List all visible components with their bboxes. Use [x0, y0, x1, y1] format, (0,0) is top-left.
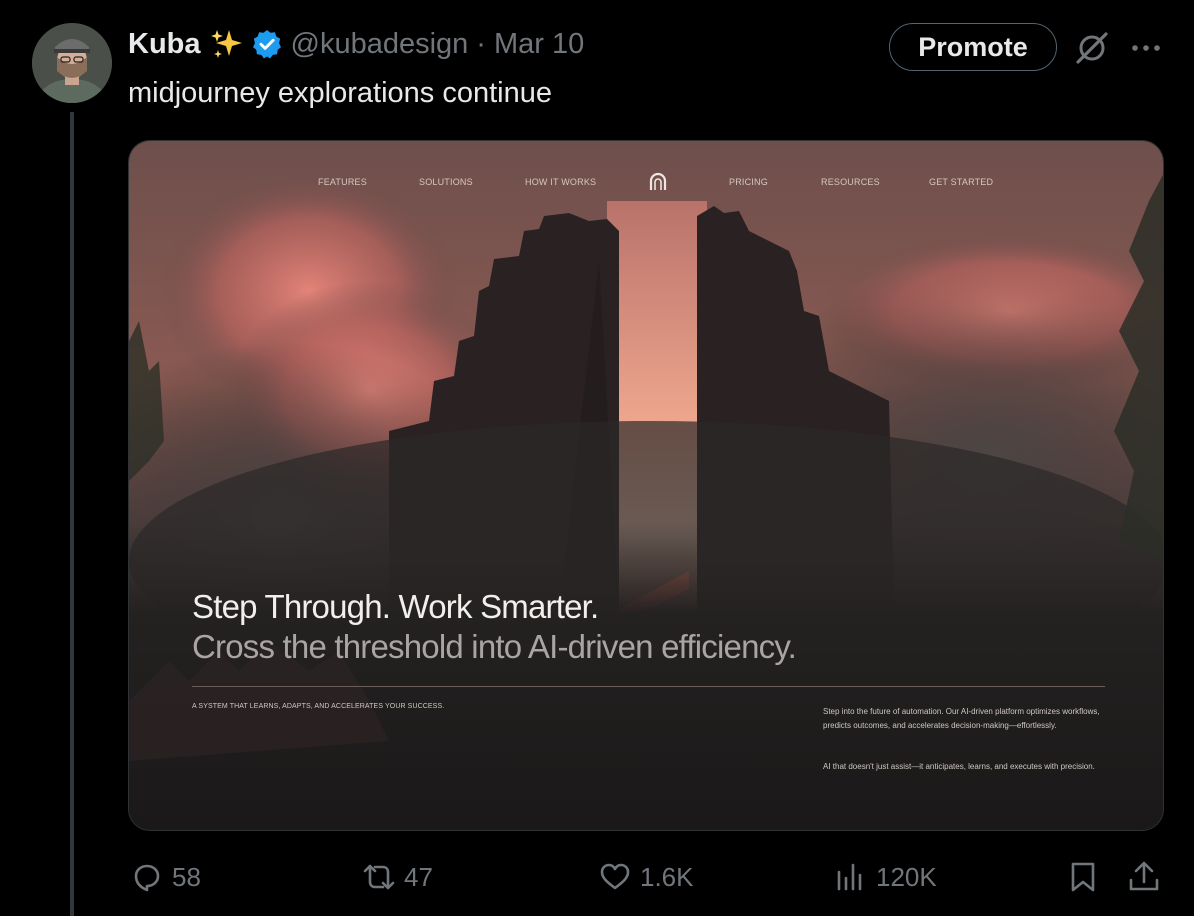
reply-icon [134, 864, 160, 892]
views-button[interactable]: 120K [834, 855, 937, 899]
nav-features[interactable]: FEATURES [318, 177, 367, 187]
heart-icon [600, 863, 630, 890]
views-chart-icon [837, 863, 862, 891]
share-icon [1129, 861, 1159, 891]
nav-pricing[interactable]: PRICING [729, 177, 768, 187]
like-count: 1.6K [640, 861, 694, 892]
bookmark-icon [1071, 862, 1095, 892]
bookmark-button[interactable] [1066, 855, 1100, 899]
tweet-media-image[interactable]: FEATURES SOLUTIONS HOW IT WORKS PRICING … [128, 140, 1164, 831]
avatar[interactable] [32, 23, 112, 103]
verified-badge-icon [252, 30, 281, 59]
tweet-actions: 58 47 1.6K 120K [0, 855, 1194, 899]
reply-button[interactable]: 58 [130, 855, 201, 899]
reply-count: 58 [172, 861, 201, 892]
more-dots-icon[interactable] [1128, 34, 1164, 62]
repost-icon [363, 864, 395, 890]
author-name[interactable]: Kuba [128, 28, 201, 61]
site-nav: FEATURES SOLUTIONS HOW IT WORKS PRICING … [129, 172, 1163, 197]
author-handle[interactable]: @kubadesign [291, 28, 469, 61]
thread-line [70, 112, 74, 916]
tweet-header: Kuba @kubadesign · Mar 10 [128, 25, 584, 63]
hero-paragraph-2: AI that doesn't just assist—it anticipat… [823, 762, 1095, 771]
grok-icon[interactable] [1072, 28, 1112, 68]
repost-count: 47 [404, 861, 433, 892]
separator-dot: · [476, 27, 486, 60]
repost-button[interactable]: 47 [362, 855, 433, 899]
share-button[interactable] [1127, 855, 1161, 899]
hero-headline: Step Through. Work Smarter. [192, 588, 599, 625]
views-count: 120K [876, 861, 937, 892]
hero-paragraph-1: Step into the future of automation. Our … [823, 707, 1100, 730]
nav-solutions[interactable]: SOLUTIONS [419, 177, 473, 187]
arch-logo-icon[interactable] [647, 171, 669, 193]
tweet-text: midjourney explorations continue [128, 77, 552, 109]
nav-resources[interactable]: RESOURCES [821, 177, 880, 187]
hero-tagline: A SYSTEM THAT LEARNS, ADAPTS, AND ACCELE… [192, 703, 445, 710]
like-button[interactable]: 1.6K [598, 855, 694, 899]
sparkles-icon [210, 30, 242, 58]
nav-how-it-works[interactable]: HOW IT WORKS [525, 177, 596, 187]
promote-button[interactable]: Promote [889, 23, 1057, 71]
tweet-date[interactable]: Mar 10 [494, 28, 584, 61]
hero-subhead: Cross the threshold into AI-driven effic… [192, 628, 797, 665]
nav-get-started[interactable]: GET STARTED [929, 177, 993, 187]
hero-divider [192, 686, 1105, 687]
